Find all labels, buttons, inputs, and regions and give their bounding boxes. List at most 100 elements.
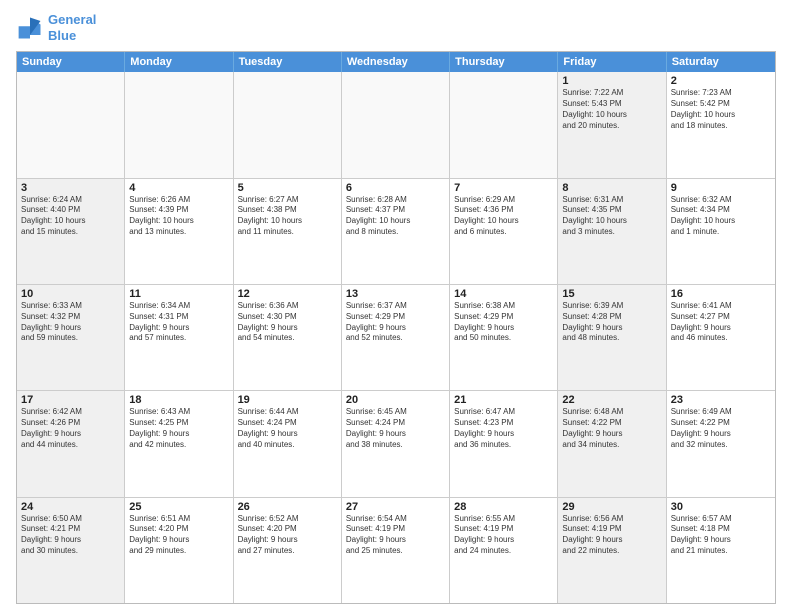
calendar-row: 3Sunrise: 6:24 AM Sunset: 4:40 PM Daylig… xyxy=(17,179,775,285)
day-info: Sunrise: 6:51 AM Sunset: 4:20 PM Dayligh… xyxy=(129,514,228,557)
day-number: 9 xyxy=(671,182,771,194)
weekday-header: Tuesday xyxy=(234,52,342,72)
page-header: General Blue xyxy=(16,12,776,43)
weekday-header: Thursday xyxy=(450,52,558,72)
calendar-cell: 26Sunrise: 6:52 AM Sunset: 4:20 PM Dayli… xyxy=(234,498,342,603)
day-number: 12 xyxy=(238,288,337,300)
calendar: SundayMondayTuesdayWednesdayThursdayFrid… xyxy=(16,51,776,604)
day-info: Sunrise: 6:47 AM Sunset: 4:23 PM Dayligh… xyxy=(454,407,553,450)
calendar-cell xyxy=(234,72,342,177)
day-number: 19 xyxy=(238,394,337,406)
day-info: Sunrise: 6:49 AM Sunset: 4:22 PM Dayligh… xyxy=(671,407,771,450)
calendar-cell: 9Sunrise: 6:32 AM Sunset: 4:34 PM Daylig… xyxy=(667,179,775,284)
day-number: 23 xyxy=(671,394,771,406)
calendar-cell: 6Sunrise: 6:28 AM Sunset: 4:37 PM Daylig… xyxy=(342,179,450,284)
day-number: 28 xyxy=(454,501,553,513)
calendar-row: 1Sunrise: 7:22 AM Sunset: 5:43 PM Daylig… xyxy=(17,72,775,178)
day-number: 30 xyxy=(671,501,771,513)
day-number: 15 xyxy=(562,288,661,300)
day-number: 25 xyxy=(129,501,228,513)
calendar-cell xyxy=(125,72,233,177)
calendar-cell: 3Sunrise: 6:24 AM Sunset: 4:40 PM Daylig… xyxy=(17,179,125,284)
calendar-cell: 21Sunrise: 6:47 AM Sunset: 4:23 PM Dayli… xyxy=(450,391,558,496)
day-number: 11 xyxy=(129,288,228,300)
logo-text: General Blue xyxy=(48,12,96,43)
day-number: 13 xyxy=(346,288,445,300)
day-number: 24 xyxy=(21,501,120,513)
day-info: Sunrise: 6:32 AM Sunset: 4:34 PM Dayligh… xyxy=(671,195,771,238)
calendar-cell: 12Sunrise: 6:36 AM Sunset: 4:30 PM Dayli… xyxy=(234,285,342,390)
day-info: Sunrise: 6:45 AM Sunset: 4:24 PM Dayligh… xyxy=(346,407,445,450)
calendar-row: 24Sunrise: 6:50 AM Sunset: 4:21 PM Dayli… xyxy=(17,498,775,603)
calendar-cell xyxy=(450,72,558,177)
calendar-cell: 2Sunrise: 7:23 AM Sunset: 5:42 PM Daylig… xyxy=(667,72,775,177)
day-info: Sunrise: 6:28 AM Sunset: 4:37 PM Dayligh… xyxy=(346,195,445,238)
day-info: Sunrise: 6:41 AM Sunset: 4:27 PM Dayligh… xyxy=(671,301,771,344)
day-info: Sunrise: 6:55 AM Sunset: 4:19 PM Dayligh… xyxy=(454,514,553,557)
calendar-cell: 13Sunrise: 6:37 AM Sunset: 4:29 PM Dayli… xyxy=(342,285,450,390)
calendar-cell: 10Sunrise: 6:33 AM Sunset: 4:32 PM Dayli… xyxy=(17,285,125,390)
logo-icon xyxy=(16,14,44,42)
day-info: Sunrise: 6:50 AM Sunset: 4:21 PM Dayligh… xyxy=(21,514,120,557)
day-info: Sunrise: 6:24 AM Sunset: 4:40 PM Dayligh… xyxy=(21,195,120,238)
calendar-cell: 17Sunrise: 6:42 AM Sunset: 4:26 PM Dayli… xyxy=(17,391,125,496)
calendar-cell xyxy=(342,72,450,177)
calendar-cell: 20Sunrise: 6:45 AM Sunset: 4:24 PM Dayli… xyxy=(342,391,450,496)
day-info: Sunrise: 6:31 AM Sunset: 4:35 PM Dayligh… xyxy=(562,195,661,238)
calendar-cell: 8Sunrise: 6:31 AM Sunset: 4:35 PM Daylig… xyxy=(558,179,666,284)
calendar-row: 10Sunrise: 6:33 AM Sunset: 4:32 PM Dayli… xyxy=(17,285,775,391)
calendar-cell: 24Sunrise: 6:50 AM Sunset: 4:21 PM Dayli… xyxy=(17,498,125,603)
day-number: 26 xyxy=(238,501,337,513)
day-info: Sunrise: 6:36 AM Sunset: 4:30 PM Dayligh… xyxy=(238,301,337,344)
day-number: 17 xyxy=(21,394,120,406)
day-number: 7 xyxy=(454,182,553,194)
calendar-cell: 22Sunrise: 6:48 AM Sunset: 4:22 PM Dayli… xyxy=(558,391,666,496)
day-number: 14 xyxy=(454,288,553,300)
calendar-cell: 29Sunrise: 6:56 AM Sunset: 4:19 PM Dayli… xyxy=(558,498,666,603)
day-info: Sunrise: 7:22 AM Sunset: 5:43 PM Dayligh… xyxy=(562,88,661,131)
calendar-cell: 15Sunrise: 6:39 AM Sunset: 4:28 PM Dayli… xyxy=(558,285,666,390)
weekday-header: Sunday xyxy=(17,52,125,72)
day-number: 20 xyxy=(346,394,445,406)
day-number: 1 xyxy=(562,75,661,87)
day-info: Sunrise: 6:34 AM Sunset: 4:31 PM Dayligh… xyxy=(129,301,228,344)
day-info: Sunrise: 6:44 AM Sunset: 4:24 PM Dayligh… xyxy=(238,407,337,450)
day-info: Sunrise: 6:33 AM Sunset: 4:32 PM Dayligh… xyxy=(21,301,120,344)
day-number: 6 xyxy=(346,182,445,194)
day-number: 3 xyxy=(21,182,120,194)
calendar-cell: 14Sunrise: 6:38 AM Sunset: 4:29 PM Dayli… xyxy=(450,285,558,390)
day-info: Sunrise: 7:23 AM Sunset: 5:42 PM Dayligh… xyxy=(671,88,771,131)
day-info: Sunrise: 6:57 AM Sunset: 4:18 PM Dayligh… xyxy=(671,514,771,557)
day-number: 29 xyxy=(562,501,661,513)
day-info: Sunrise: 6:54 AM Sunset: 4:19 PM Dayligh… xyxy=(346,514,445,557)
day-number: 5 xyxy=(238,182,337,194)
calendar-cell: 27Sunrise: 6:54 AM Sunset: 4:19 PM Dayli… xyxy=(342,498,450,603)
day-info: Sunrise: 6:48 AM Sunset: 4:22 PM Dayligh… xyxy=(562,407,661,450)
day-info: Sunrise: 6:43 AM Sunset: 4:25 PM Dayligh… xyxy=(129,407,228,450)
weekday-header: Saturday xyxy=(667,52,775,72)
day-info: Sunrise: 6:38 AM Sunset: 4:29 PM Dayligh… xyxy=(454,301,553,344)
day-number: 4 xyxy=(129,182,228,194)
day-info: Sunrise: 6:56 AM Sunset: 4:19 PM Dayligh… xyxy=(562,514,661,557)
day-info: Sunrise: 6:52 AM Sunset: 4:20 PM Dayligh… xyxy=(238,514,337,557)
calendar-cell: 25Sunrise: 6:51 AM Sunset: 4:20 PM Dayli… xyxy=(125,498,233,603)
day-info: Sunrise: 6:27 AM Sunset: 4:38 PM Dayligh… xyxy=(238,195,337,238)
calendar-row: 17Sunrise: 6:42 AM Sunset: 4:26 PM Dayli… xyxy=(17,391,775,497)
calendar-body: 1Sunrise: 7:22 AM Sunset: 5:43 PM Daylig… xyxy=(17,72,775,603)
weekday-header: Wednesday xyxy=(342,52,450,72)
day-info: Sunrise: 6:26 AM Sunset: 4:39 PM Dayligh… xyxy=(129,195,228,238)
calendar-cell: 11Sunrise: 6:34 AM Sunset: 4:31 PM Dayli… xyxy=(125,285,233,390)
calendar-cell: 18Sunrise: 6:43 AM Sunset: 4:25 PM Dayli… xyxy=(125,391,233,496)
weekday-header: Friday xyxy=(558,52,666,72)
calendar-cell: 30Sunrise: 6:57 AM Sunset: 4:18 PM Dayli… xyxy=(667,498,775,603)
day-info: Sunrise: 6:37 AM Sunset: 4:29 PM Dayligh… xyxy=(346,301,445,344)
calendar-cell: 1Sunrise: 7:22 AM Sunset: 5:43 PM Daylig… xyxy=(558,72,666,177)
day-number: 10 xyxy=(21,288,120,300)
calendar-cell: 5Sunrise: 6:27 AM Sunset: 4:38 PM Daylig… xyxy=(234,179,342,284)
day-info: Sunrise: 6:29 AM Sunset: 4:36 PM Dayligh… xyxy=(454,195,553,238)
calendar-cell: 7Sunrise: 6:29 AM Sunset: 4:36 PM Daylig… xyxy=(450,179,558,284)
day-number: 16 xyxy=(671,288,771,300)
day-number: 18 xyxy=(129,394,228,406)
calendar-header: SundayMondayTuesdayWednesdayThursdayFrid… xyxy=(17,52,775,72)
logo: General Blue xyxy=(16,12,96,43)
